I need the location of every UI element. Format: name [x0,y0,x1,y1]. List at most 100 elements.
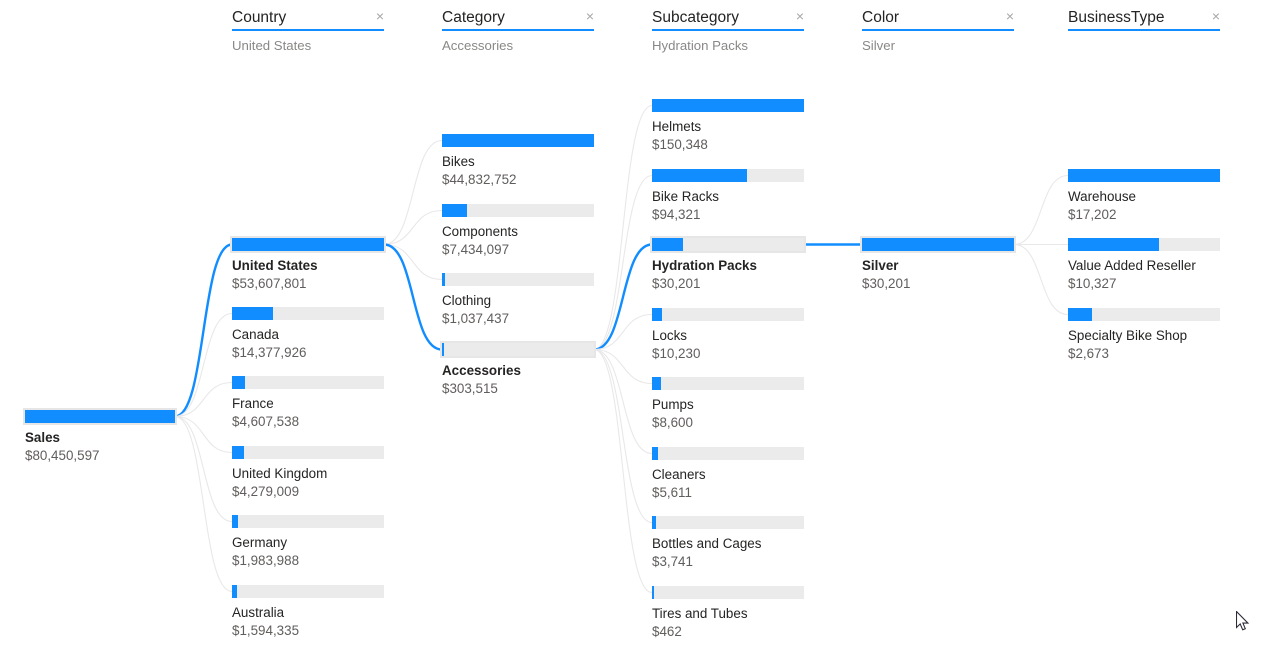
tree-node[interactable]: Tires and Tubes $462 [652,586,804,640]
node-bar-fill [652,586,654,599]
column-header-title[interactable]: BusinessType [1068,8,1165,27]
node-bar[interactable] [232,585,384,598]
close-icon[interactable]: × [1206,8,1220,24]
node-bar[interactable] [442,204,594,217]
node-bar[interactable] [652,586,804,599]
node-bar[interactable] [860,236,1016,253]
node-value: $2,673 [1068,346,1109,361]
node-label: Locks [652,328,687,343]
node-value: $303,515 [442,381,498,396]
tree-node[interactable]: Warehouse $17,202 [1068,169,1220,223]
tree-node[interactable]: Locks $10,230 [652,308,804,362]
column-header-title[interactable]: Country [232,8,286,27]
node-bar[interactable] [652,99,804,112]
node-bar-fill [442,204,468,217]
node-bar[interactable] [232,446,384,459]
node-bar-track [652,308,804,321]
node-bar-fill [652,308,663,321]
node-value: $30,201 [862,276,911,291]
tree-node[interactable]: Accessories $303,515 [440,341,596,397]
tree-node[interactable]: Hydration Packs $30,201 [650,236,806,292]
node-bar[interactable] [442,273,594,286]
tree-node[interactable]: Components $7,434,097 [442,204,594,258]
node-bar[interactable] [652,169,804,182]
tree-node[interactable]: Bottles and Cages $3,741 [652,516,804,570]
tree-node[interactable]: Canada $14,377,926 [232,307,384,361]
node-value: $3,741 [652,554,693,569]
node-bar-track [652,377,804,390]
close-icon[interactable]: × [370,8,384,24]
node-value: $1,594,335 [232,623,300,638]
node-label: Sales [25,430,60,445]
node-bar[interactable] [440,341,596,358]
tree-node[interactable]: France $4,607,538 [232,376,384,430]
node-bar-fill [232,515,238,528]
column-header-title[interactable]: Color [862,8,899,27]
node-label: Silver [862,258,899,273]
node-value: $53,607,801 [232,276,307,291]
tree-node[interactable]: Silver $30,201 [860,236,1016,292]
mouse-cursor [1236,611,1250,631]
node-value: $150,348 [652,137,708,152]
node-bar[interactable] [1068,238,1220,251]
column-header-title[interactable]: Subcategory [652,8,739,27]
node-bar[interactable] [232,515,384,528]
node-bar[interactable] [652,447,804,460]
tree-node[interactable]: Cleaners $5,611 [652,447,804,501]
node-label: Helmets [652,119,702,134]
tree-link [593,348,653,524]
node-bar[interactable] [1068,308,1220,321]
node-label: Tires and Tubes [652,606,748,621]
column-header-category[interactable]: Category × Accessories [442,8,594,54]
node-value: $10,230 [652,346,701,361]
tree-link [174,415,233,593]
tree-node[interactable]: Australia $1,594,335 [232,585,384,639]
close-icon[interactable]: × [580,8,594,24]
tree-link [593,313,653,351]
column-header-businesstype[interactable]: BusinessType × [1068,8,1220,37]
tree-link [174,312,233,418]
node-value: $1,037,437 [442,311,510,326]
close-icon[interactable]: × [790,8,804,24]
node-bar[interactable] [442,134,594,147]
node-label: Specialty Bike Shop [1068,328,1188,343]
node-bar-track [232,376,384,389]
tree-node[interactable]: Sales $80,450,597 [23,408,177,464]
tree-node[interactable]: Germany $1,983,988 [232,515,384,569]
tree-link [383,209,443,246]
node-value: $4,607,538 [232,414,300,429]
node-bar[interactable] [652,308,804,321]
tree-node[interactable]: Helmets $150,348 [652,99,804,153]
tree-node[interactable]: Bike Racks $94,321 [652,169,804,223]
tree-node[interactable]: Clothing $1,037,437 [442,273,594,327]
node-bar[interactable] [652,516,804,529]
close-icon[interactable]: × [1000,8,1014,24]
tree-node[interactable]: Bikes $44,832,752 [442,134,594,188]
node-value: $8,600 [652,415,693,430]
node-bar[interactable] [232,376,384,389]
node-label: Pumps [652,397,694,412]
tree-node[interactable]: Pumps $8,600 [652,377,804,431]
node-bar[interactable] [650,236,806,253]
column-header-subcategory[interactable]: Subcategory × Hydration Packs [652,8,804,54]
tree-node[interactable]: Value Added Reseller $10,327 [1068,238,1220,292]
tree-link [1013,243,1069,316]
node-bar[interactable] [23,408,177,425]
node-bar-fill [652,377,661,390]
node-bar-fill [652,238,683,251]
tree-link [383,139,443,246]
node-value: $80,450,597 [25,448,100,463]
tree-node[interactable]: United States $53,607,801 [230,236,386,292]
column-header-title[interactable]: Category [442,8,505,27]
node-value: $44,832,752 [442,172,517,187]
node-bar[interactable] [230,236,386,253]
node-bar-fill [1068,169,1220,182]
tree-node[interactable]: United Kingdom $4,279,009 [232,446,384,500]
node-bar[interactable] [652,377,804,390]
node-bar[interactable] [1068,169,1220,182]
node-bar[interactable] [232,307,384,320]
tree-node[interactable]: Specialty Bike Shop $2,673 [1068,308,1220,362]
column-header-color[interactable]: Color × Silver [862,8,1014,54]
tree-link [593,348,653,455]
column-header-country[interactable]: Country × United States [232,8,384,54]
